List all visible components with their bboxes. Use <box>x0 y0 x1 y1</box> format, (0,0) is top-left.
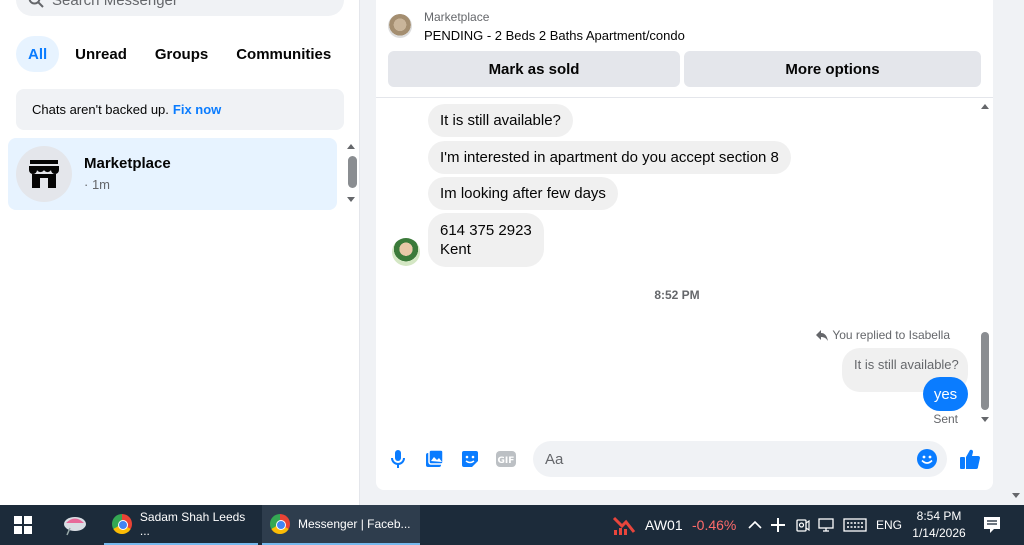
taskbar-chrome-messenger[interactable]: Messenger | Faceb... <box>262 505 420 545</box>
filter-groups[interactable]: Groups <box>143 36 220 72</box>
scroll-down-arrow-icon[interactable] <box>347 197 355 202</box>
message-line: Kent <box>440 241 471 258</box>
sticker-icon[interactable] <box>459 448 481 470</box>
taskbar-pinned-app-icon[interactable] <box>62 505 88 545</box>
marketplace-header: Marketplace PENDING - 2 Beds 2 Baths Apa… <box>376 0 993 98</box>
fix-now-link[interactable]: Fix now <box>173 102 221 117</box>
windows-taskbar: Sadam Shah Leeds ... Messenger | Faceb..… <box>0 505 1024 545</box>
more-options-button[interactable]: More options <box>684 51 981 87</box>
chat-title: Marketplace <box>84 155 171 172</box>
windows-start-icon[interactable] <box>14 505 32 545</box>
marketplace-store-icon <box>29 160 59 188</box>
emoji-icon[interactable] <box>917 449 937 469</box>
reply-indicator: You replied to Isabella <box>816 328 950 342</box>
photo-icon[interactable] <box>423 448 445 470</box>
language-indicator[interactable]: ENG <box>876 505 902 545</box>
mark-as-sold-button[interactable]: Mark as sold <box>388 51 680 87</box>
add-plus-icon[interactable] <box>771 505 785 545</box>
chat-time: · 1m <box>84 177 110 192</box>
filter-all[interactable]: All <box>16 36 60 72</box>
backup-notice-text: Chats aren't backed up. <box>32 102 169 117</box>
page-scroll-down-arrow-icon[interactable] <box>1012 493 1020 498</box>
show-hidden-icons-chevron-icon[interactable] <box>748 505 762 545</box>
chrome-icon <box>112 514 132 534</box>
chat-list-panel: Search Messenger All Unread Groups Commu… <box>0 0 360 505</box>
scroll-up-arrow-icon[interactable] <box>347 144 355 149</box>
listing-thumbnail[interactable] <box>388 14 412 38</box>
avatar <box>16 146 72 202</box>
message-timestamp: 8:52 PM <box>654 288 700 302</box>
message-bubble[interactable]: It is still available? <box>428 104 573 137</box>
message-bubble[interactable]: Im looking after few days <box>428 177 618 210</box>
svg-text:GIF: GIF <box>498 456 515 466</box>
conversation-panel: Marketplace PENDING - 2 Beds 2 Baths Apa… <box>376 0 993 490</box>
stock-name[interactable]: AW01 <box>645 505 683 545</box>
chat-item-marketplace[interactable]: Marketplace · 1m <box>8 138 337 210</box>
search-input[interactable]: Search Messenger <box>16 0 344 16</box>
message-input-placeholder: Aa <box>545 450 564 468</box>
sender-avatar[interactable] <box>392 238 420 266</box>
clock[interactable]: 8:54 PM 1/14/2026 <box>906 505 972 545</box>
taskbar-chrome-sadam[interactable]: Sadam Shah Leeds ... <box>104 505 258 545</box>
network-icon[interactable] <box>818 505 836 545</box>
meet-now-icon[interactable] <box>796 505 810 545</box>
message-status: Sent <box>933 412 958 426</box>
microphone-icon[interactable] <box>387 448 409 470</box>
message-line: 614 375 2923 <box>440 222 532 239</box>
thumbs-up-icon[interactable] <box>959 448 981 470</box>
message-bubble[interactable]: I'm interested in apartment do you accep… <box>428 141 791 174</box>
marketplace-label: Marketplace <box>424 10 490 24</box>
my-message-bubble[interactable]: yes <box>923 377 968 411</box>
filter-communities[interactable]: Communities <box>224 36 343 72</box>
scroll-up-arrow-icon[interactable] <box>981 104 989 109</box>
filter-tabs: All Unread Groups Communities <box>16 36 343 72</box>
scroll-down-arrow-icon[interactable] <box>981 417 989 422</box>
gif-icon[interactable]: GIF <box>495 448 517 470</box>
scroll-thumb[interactable] <box>348 156 357 188</box>
keyboard-icon[interactable] <box>843 505 867 545</box>
taskbar-app-label: Sadam Shah Leeds ... <box>139 510 246 538</box>
reply-arrow-icon <box>816 330 829 341</box>
conversation-scrollbar[interactable] <box>978 100 992 425</box>
taskbar-app-label: Messenger | Faceb... <box>298 517 411 531</box>
scroll-thumb[interactable] <box>981 332 989 410</box>
chrome-icon <box>270 514 290 534</box>
backup-notice: Chats aren't backed up. Fix now <box>16 89 344 130</box>
clock-time: 8:54 PM <box>916 509 962 523</box>
message-input[interactable]: Aa <box>533 441 947 477</box>
filter-unread[interactable]: Unread <box>63 36 139 72</box>
listing-title[interactable]: PENDING - 2 Beds 2 Baths Apartment/condo <box>424 28 685 43</box>
message-composer: GIF Aa <box>376 440 993 480</box>
stock-chart-icon[interactable] <box>612 505 636 545</box>
stock-change[interactable]: -0.46% <box>692 505 736 545</box>
search-placeholder: Search Messenger <box>52 0 178 9</box>
search-icon <box>28 0 44 8</box>
replied-label: You replied to Isabella <box>832 328 950 342</box>
notifications-icon[interactable] <box>983 505 1001 545</box>
message-bubble-contact[interactable]: 614 375 2923 Kent <box>428 213 544 267</box>
chat-list-scrollbar[interactable] <box>344 140 358 210</box>
clock-date: 1/14/2026 <box>912 526 966 540</box>
